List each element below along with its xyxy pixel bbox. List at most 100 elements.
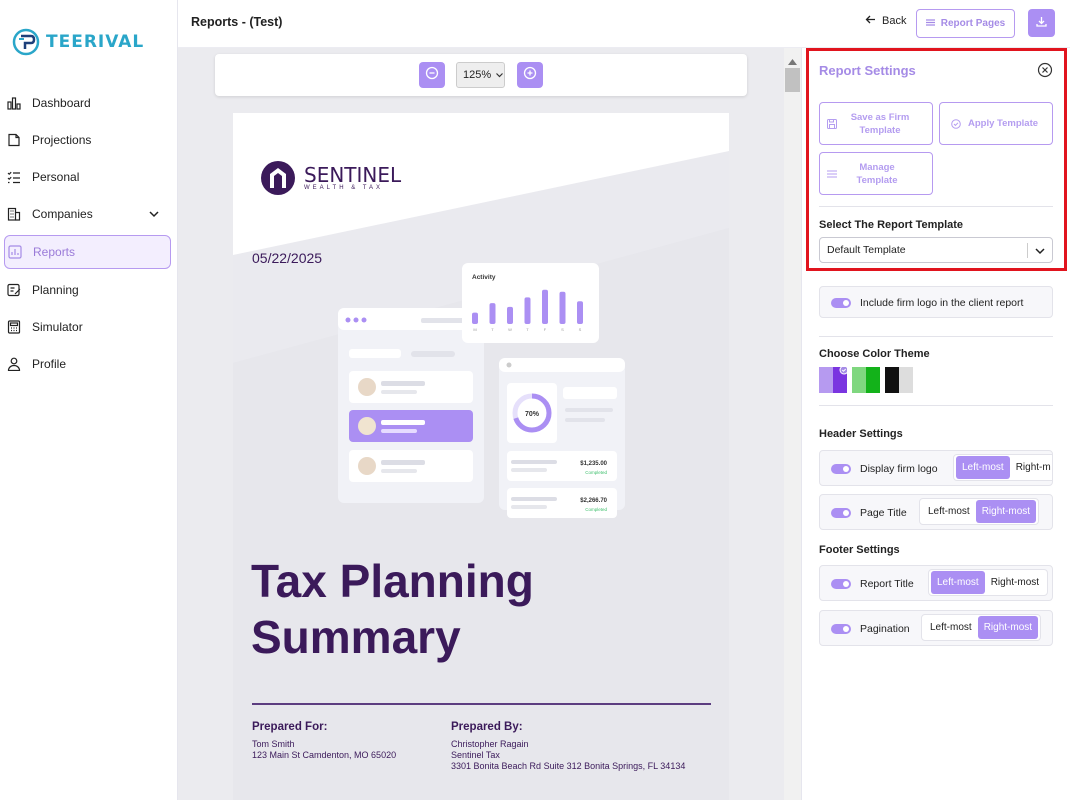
house-logo-icon <box>261 161 295 195</box>
sidebar-item-label: Reports <box>33 245 76 259</box>
report-pages-label: Report Pages <box>940 18 1006 29</box>
manage-template-button[interactable]: Manage Template <box>819 152 933 195</box>
close-button[interactable] <box>1037 62 1053 83</box>
apply-template-button[interactable]: Apply Template <box>939 102 1053 145</box>
sidebar-item-label: Companies <box>32 207 93 221</box>
include-logo-label: Include firm logo in the client report <box>860 297 1024 309</box>
teerival-logo-icon <box>12 28 40 56</box>
firm-logo: SENTINEL WEALTH & TAX <box>260 160 401 196</box>
download-button[interactable] <box>1028 9 1055 37</box>
amount-1: $1,235.00 <box>580 461 607 467</box>
progress-label: 70% <box>525 411 540 418</box>
color-theme-purple[interactable] <box>819 367 847 393</box>
zoom-in-icon <box>523 66 537 85</box>
color-theme-label: Choose Color Theme <box>819 348 930 360</box>
report-title: Tax Planning Summary <box>251 553 711 665</box>
template-select-value: Default Template <box>827 244 906 256</box>
page-title-toggle[interactable] <box>831 508 851 518</box>
sidebar-item-simulator[interactable]: Simulator <box>4 310 171 344</box>
building-icon <box>6 206 22 222</box>
sidebar-item-label: Profile <box>32 357 67 371</box>
pagination-row: Pagination Left-most Right-most <box>819 610 1053 646</box>
document-icon <box>6 132 22 148</box>
position-left-most[interactable]: Left-most <box>931 571 985 594</box>
prepared-by-name: Christopher Ragain <box>451 739 529 749</box>
page-title-position: Left-most Right-most <box>919 498 1040 525</box>
template-select[interactable]: Default Template <box>819 237 1053 263</box>
activity-bar <box>524 297 531 324</box>
sidebar-item-label: Personal <box>32 170 80 184</box>
report-title-toggle[interactable] <box>831 579 851 589</box>
page-title-row: Page Title Left-most Right-most <box>819 494 1053 530</box>
title-divider <box>252 703 711 705</box>
footer-settings-label: Footer Settings <box>819 544 900 556</box>
chevron-down-icon <box>1035 246 1045 258</box>
display-logo-toggle[interactable] <box>831 464 851 474</box>
activity-title: Activity <box>472 274 496 281</box>
settings-title: Report Settings <box>819 63 916 78</box>
prepared-for: Prepared For: Tom Smith 123 Main St Camd… <box>252 721 396 761</box>
report-chart-icon <box>7 244 23 260</box>
status-2: Completed <box>585 507 607 512</box>
download-icon <box>1036 14 1047 32</box>
report-date: 05/22/2025 <box>252 250 323 266</box>
report-title-line-2: Summary <box>251 611 461 663</box>
display-logo-label: Display firm logo <box>860 463 938 475</box>
sidebar-item-label: Simulator <box>32 320 83 334</box>
arrow-left-icon <box>865 15 876 27</box>
pagination-toggle[interactable] <box>831 624 851 634</box>
position-left-most[interactable]: Left-most <box>924 616 978 639</box>
activity-bar <box>507 306 513 324</box>
zoom-out-button[interactable] <box>419 62 445 88</box>
activity-bar <box>489 303 496 324</box>
report-pages-button[interactable]: Report Pages <box>916 9 1015 38</box>
sidebar-item-label: Dashboard <box>32 96 91 110</box>
position-right-most[interactable]: Right-most <box>985 571 1045 594</box>
color-theme-green[interactable] <box>852 367 880 393</box>
sidebar-item-planning[interactable]: Planning <box>4 273 171 307</box>
chevron-down-icon <box>496 69 504 81</box>
position-right-most[interactable]: Right-most <box>975 500 1037 523</box>
back-button[interactable]: Back <box>865 15 906 27</box>
pagination-position: Left-most Right-most <box>921 614 1042 641</box>
sidebar-item-profile[interactable]: Profile <box>4 347 171 381</box>
report-preview[interactable]: 125% SENTINEL WEALTH & TAX 05/22/2025 70… <box>178 48 784 800</box>
page-title-label: Page Title <box>860 507 907 519</box>
prepared-by: Prepared By: Christopher Ragain Sentinel… <box>451 721 685 772</box>
checklist-icon <box>6 169 22 185</box>
position-right-most[interactable]: Right-m <box>1010 456 1052 479</box>
sidebar: TEERIVAL Dashboard Projections Personal … <box>0 0 178 800</box>
zoom-out-icon <box>425 66 439 85</box>
menu-lines-icon <box>827 169 837 182</box>
include-logo-toggle[interactable] <box>831 298 851 308</box>
zoom-in-button[interactable] <box>517 62 543 88</box>
scrollbar-thumb[interactable] <box>785 68 800 92</box>
manage-template-label: Manage Template <box>856 161 898 186</box>
color-theme-black[interactable] <box>885 367 913 393</box>
report-title-position: Left-most Right-most <box>928 569 1049 596</box>
sidebar-item-dashboard[interactable]: Dashboard <box>4 86 171 120</box>
position-left-most[interactable]: Left-most <box>956 456 1010 479</box>
position-left-most[interactable]: Left-most <box>922 500 976 523</box>
brand-wordmark: TEERIVAL <box>46 32 145 52</box>
sidebar-item-personal[interactable]: Personal <box>4 160 171 194</box>
app-root: TEERIVAL Dashboard Projections Personal … <box>0 0 1070 800</box>
back-label: Back <box>882 15 907 27</box>
include-logo-row: Include firm logo in the client report <box>819 286 1053 318</box>
report-page: SENTINEL WEALTH & TAX 05/22/2025 70% $1,… <box>233 113 729 800</box>
sidebar-item-projections[interactable]: Projections <box>4 123 171 157</box>
save-firm-template-button[interactable]: Save as Firm Template <box>819 102 933 145</box>
sidebar-item-reports[interactable]: Reports <box>4 235 171 269</box>
page-title: Reports - (Test) <box>191 15 283 29</box>
preview-scrollbar[interactable] <box>784 48 801 800</box>
planning-icon <box>6 282 22 298</box>
sidebar-item-companies[interactable]: Companies <box>4 197 171 231</box>
position-right-most[interactable]: Right-most <box>977 616 1039 639</box>
divider <box>819 206 1053 207</box>
status-1: Completed <box>585 470 607 475</box>
chevron-down-icon[interactable] <box>149 207 159 221</box>
app-logo[interactable]: TEERIVAL <box>12 28 144 56</box>
activity-day-label: M <box>473 327 476 332</box>
zoom-select[interactable]: 125% <box>456 62 505 88</box>
activity-day-label: S <box>579 327 582 332</box>
